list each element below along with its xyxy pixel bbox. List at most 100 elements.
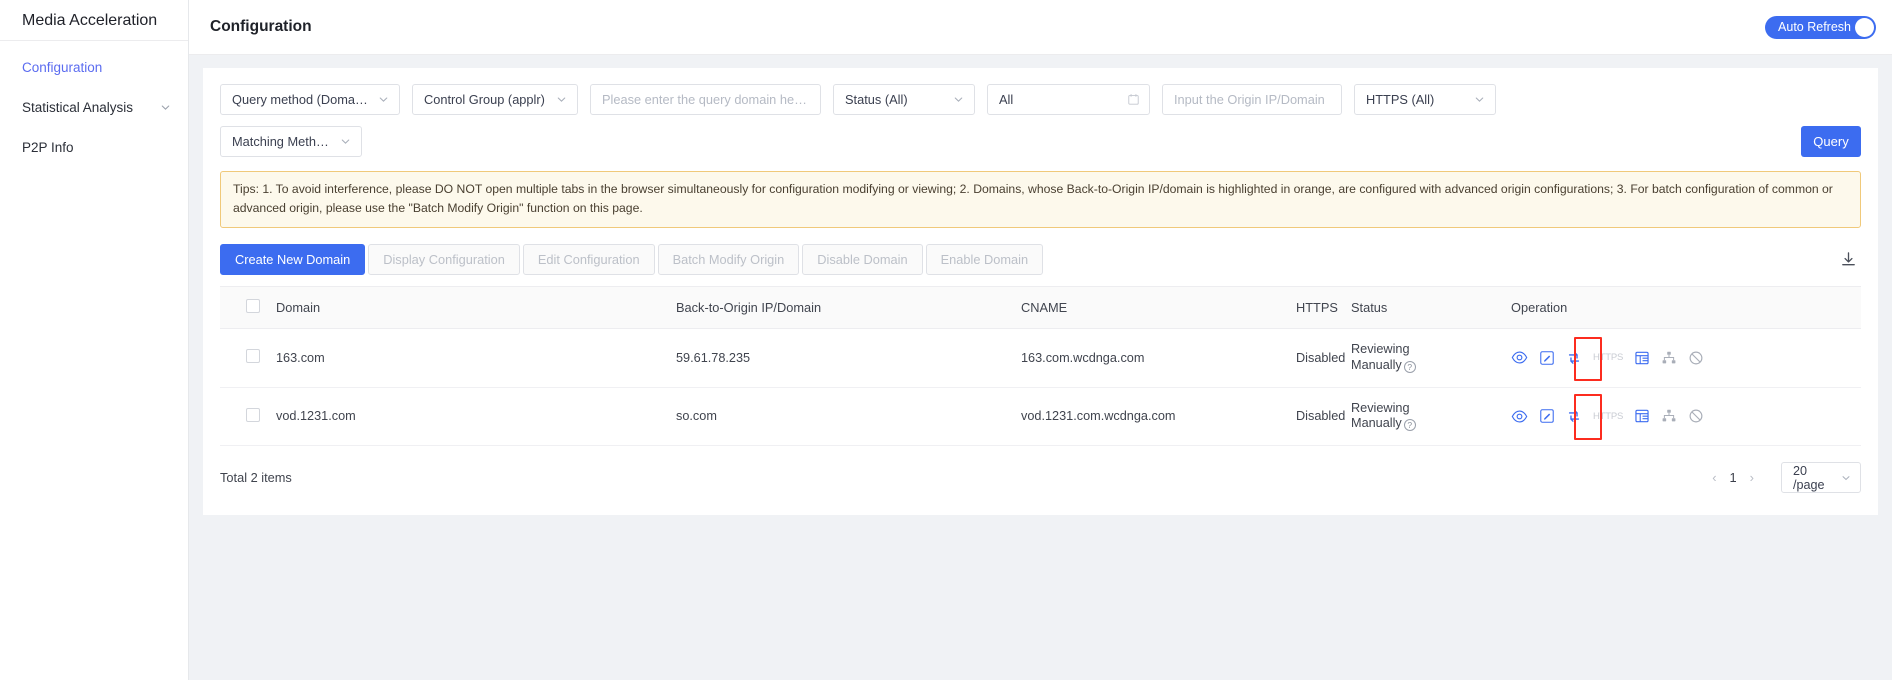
chevron-down-icon xyxy=(944,93,965,106)
refresh-icon[interactable] xyxy=(1566,408,1582,424)
status-line-2: Manually xyxy=(1351,358,1402,372)
filter-bar-row2: Matching Method (Fu... Query xyxy=(220,126,1861,157)
table-row: vod.1231.com so.com vod.1231.com.wcdnga.… xyxy=(220,387,1861,446)
status-select[interactable]: Status (All) xyxy=(833,84,975,115)
https-value: HTTPS (All) xyxy=(1366,92,1434,107)
domains-table: Domain Back-to-Origin IP/Domain CNAME HT… xyxy=(220,286,1861,447)
cell-domain: 163.com xyxy=(276,328,676,387)
domain-search-input[interactable]: Please enter the query domain here (use … xyxy=(590,84,821,115)
cell-operations: HTTPS xyxy=(1511,387,1861,446)
filter-bar: Query method (Domain) Control Group (app… xyxy=(220,84,1861,115)
display-configuration-button[interactable]: Display Configuration xyxy=(368,244,520,275)
cell-status: Reviewing Manually? xyxy=(1351,387,1511,446)
disable-domain-button[interactable]: Disable Domain xyxy=(802,244,922,275)
query-method-select[interactable]: Query method (Domain) xyxy=(220,84,400,115)
cell-cname: 163.com.wcdnga.com xyxy=(1021,328,1296,387)
status-line-1: Reviewing xyxy=(1351,342,1410,356)
date-range-picker[interactable]: All xyxy=(987,84,1150,115)
grid-icon[interactable] xyxy=(1634,350,1650,366)
control-group-value: Control Group (applr) xyxy=(424,92,545,107)
page-number-1[interactable]: 1 xyxy=(1730,470,1737,485)
edit-icon[interactable] xyxy=(1539,408,1555,424)
https-icon[interactable]: HTTPS xyxy=(1593,411,1623,422)
create-new-domain-button[interactable]: Create New Domain xyxy=(220,244,365,275)
status-value: Status (All) xyxy=(845,92,908,107)
batch-modify-origin-button[interactable]: Batch Modify Origin xyxy=(658,244,800,275)
cell-status: Reviewing Manually? xyxy=(1351,328,1511,387)
operation-icons: HTTPS xyxy=(1511,408,1861,425)
toggle-knob xyxy=(1855,18,1874,37)
refresh-icon[interactable] xyxy=(1566,350,1582,366)
chevron-down-icon xyxy=(547,93,568,106)
tips-banner: Tips: 1. To avoid interference, please D… xyxy=(220,171,1861,228)
row-select-cell xyxy=(220,387,276,446)
prev-page-button[interactable]: ‹ xyxy=(1712,470,1716,485)
page-size-select[interactable]: 20 /page xyxy=(1781,462,1861,493)
sidebar-item-p2p-info[interactable]: P2P Info xyxy=(0,127,188,167)
app-root: Media Acceleration Configuration Statist… xyxy=(0,0,1892,680)
column-header-cname: CNAME xyxy=(1021,286,1296,328)
column-header-domain: Domain xyxy=(276,286,676,328)
chevron-down-icon xyxy=(1840,472,1852,484)
select-all-checkbox[interactable] xyxy=(246,299,260,313)
enable-domain-button[interactable]: Enable Domain xyxy=(926,244,1044,275)
sitemap-icon[interactable] xyxy=(1661,408,1677,424)
sidebar-item-label: Configuration xyxy=(22,60,102,75)
chevron-down-icon xyxy=(369,93,390,106)
matching-method-select[interactable]: Matching Method (Fu... xyxy=(220,126,362,157)
status-line-1: Reviewing xyxy=(1351,401,1410,415)
edit-configuration-button[interactable]: Edit Configuration xyxy=(523,244,655,275)
row-checkbox[interactable] xyxy=(246,349,260,363)
page-header: Configuration Auto Refresh xyxy=(189,0,1892,55)
disable-icon[interactable] xyxy=(1688,408,1704,424)
sidebar: Media Acceleration Configuration Statist… xyxy=(0,0,189,680)
auto-refresh-toggle[interactable]: Auto Refresh xyxy=(1765,16,1876,39)
view-icon[interactable] xyxy=(1511,408,1528,425)
https-select[interactable]: HTTPS (All) xyxy=(1354,84,1496,115)
cell-domain: vod.1231.com xyxy=(276,387,676,446)
matching-method-value: Matching Method (Fu... xyxy=(232,134,331,149)
cell-operations: HTTPS xyxy=(1511,328,1861,387)
sitemap-icon[interactable] xyxy=(1661,350,1677,366)
pagination: ‹ 1 › 20 /page xyxy=(1712,462,1861,493)
row-select-cell xyxy=(220,328,276,387)
https-icon[interactable]: HTTPS xyxy=(1593,352,1623,363)
sidebar-item-label: Statistical Analysis xyxy=(22,100,133,115)
sidebar-item-configuration[interactable]: Configuration xyxy=(0,47,188,87)
help-icon[interactable]: ? xyxy=(1404,419,1416,431)
sidebar-title: Media Acceleration xyxy=(0,0,188,41)
sidebar-item-label: P2P Info xyxy=(22,140,74,155)
sidebar-nav: Configuration Statistical Analysis P2P I… xyxy=(0,41,188,167)
operation-icons: HTTPS xyxy=(1511,349,1861,366)
origin-ip-input[interactable]: Input the Origin IP/Domain xyxy=(1162,84,1342,115)
table-header-row: Domain Back-to-Origin IP/Domain CNAME HT… xyxy=(220,286,1861,328)
cell-https: Disabled xyxy=(1296,328,1351,387)
page-size-value: 20 /page xyxy=(1793,464,1840,492)
chevron-down-icon xyxy=(159,101,172,114)
control-group-select[interactable]: Control Group (applr) xyxy=(412,84,578,115)
select-all-header xyxy=(220,286,276,328)
cell-https: Disabled xyxy=(1296,387,1351,446)
calendar-icon xyxy=(1119,93,1140,106)
column-header-status: Status xyxy=(1351,286,1511,328)
download-icon[interactable] xyxy=(1840,251,1861,268)
column-header-operation: Operation xyxy=(1511,286,1861,328)
table-footer: Total 2 items ‹ 1 › 20 /page xyxy=(220,462,1861,493)
cell-origin: 59.61.78.235 xyxy=(676,328,1021,387)
cell-cname: vod.1231.com.wcdnga.com xyxy=(1021,387,1296,446)
origin-ip-placeholder: Input the Origin IP/Domain xyxy=(1174,92,1325,107)
next-page-button[interactable]: › xyxy=(1750,470,1754,485)
view-icon[interactable] xyxy=(1511,349,1528,366)
main-area: Configuration Auto Refresh Query method … xyxy=(189,0,1892,680)
configuration-card: Query method (Domain) Control Group (app… xyxy=(203,68,1878,515)
edit-icon[interactable] xyxy=(1539,350,1555,366)
disable-icon[interactable] xyxy=(1688,350,1704,366)
query-button[interactable]: Query xyxy=(1801,126,1861,157)
grid-icon[interactable] xyxy=(1634,408,1650,424)
help-icon[interactable]: ? xyxy=(1404,361,1416,373)
row-checkbox[interactable] xyxy=(246,408,260,422)
sidebar-item-statistical-analysis[interactable]: Statistical Analysis xyxy=(0,87,188,127)
status-line-2: Manually xyxy=(1351,416,1402,430)
table-row: 163.com 59.61.78.235 163.com.wcdnga.com … xyxy=(220,328,1861,387)
auto-refresh-label: Auto Refresh xyxy=(1778,20,1851,34)
